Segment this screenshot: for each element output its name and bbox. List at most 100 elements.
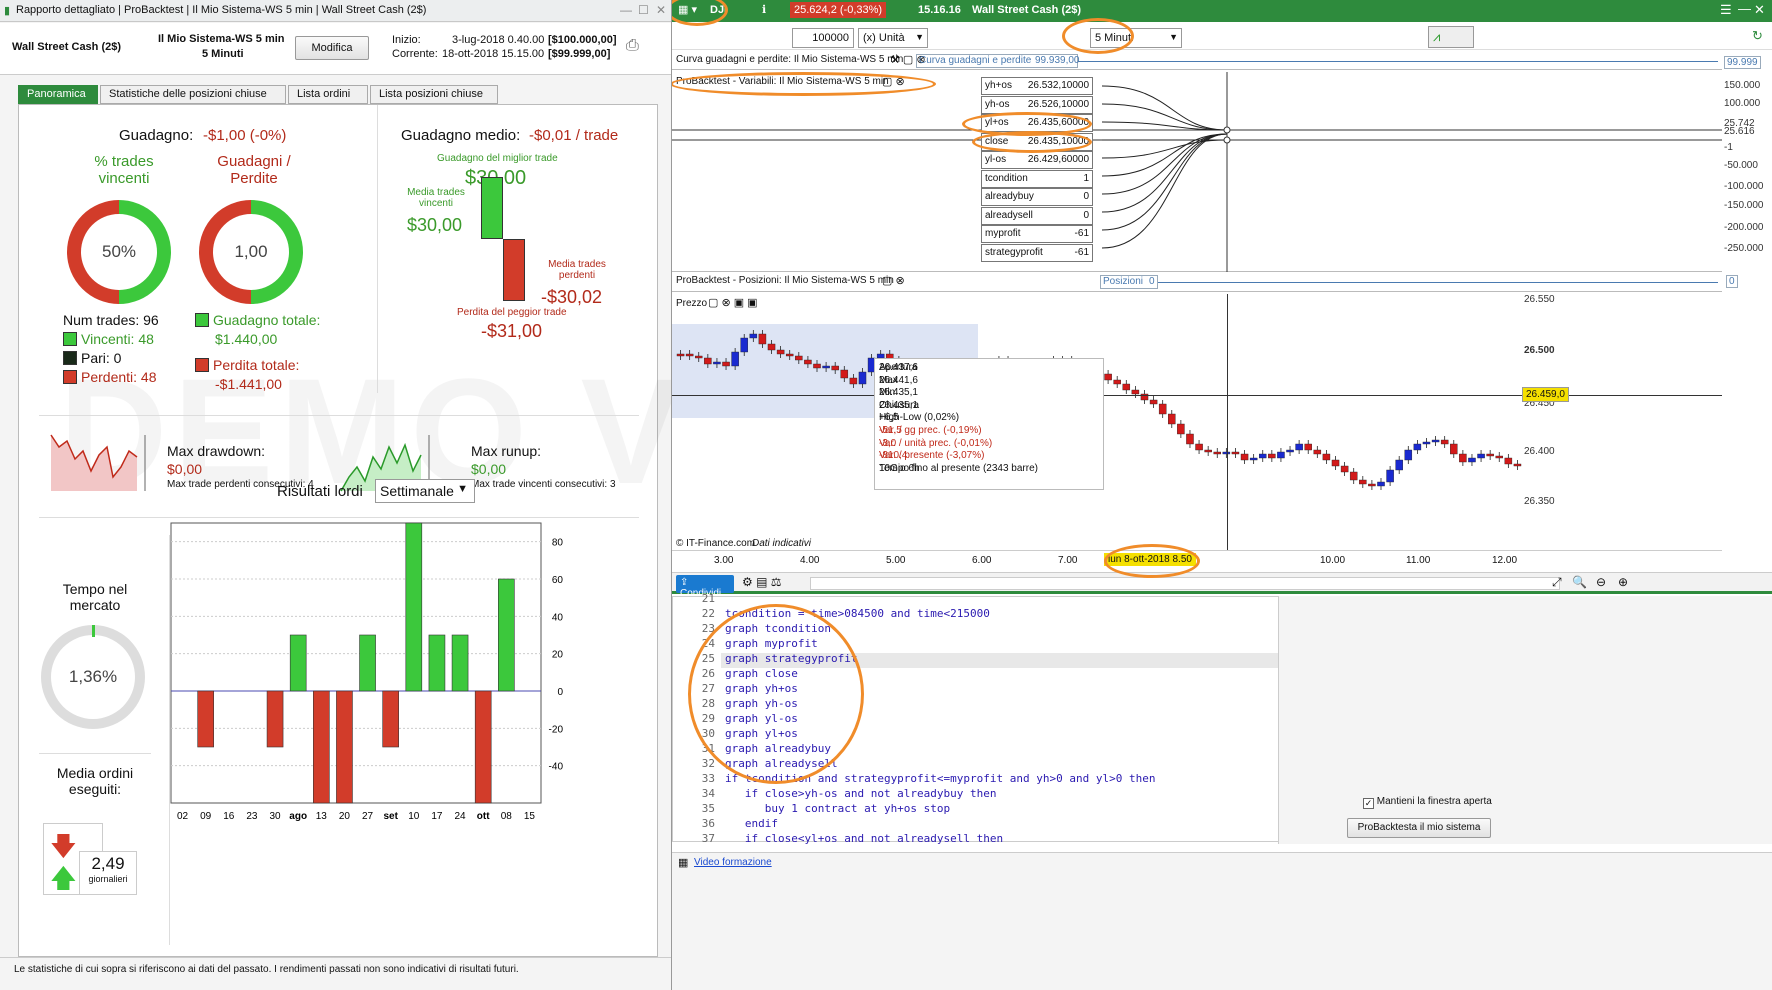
candlestick-chart — [676, 330, 1522, 490]
result-bar — [313, 690, 330, 804]
price-marker: 26.459,0 — [1522, 387, 1569, 402]
variable-name: yh-os — [985, 98, 1010, 110]
info-value: +6,5 — [879, 412, 899, 424]
candle — [713, 361, 721, 365]
tab-closed-positions[interactable]: Lista posizioni chiuse — [370, 85, 498, 104]
tab-overview[interactable]: Panoramica — [18, 85, 98, 104]
code-line: buy 1 contract at yh+os stop — [725, 802, 951, 815]
total-gain-label: Guadagno totale: — [213, 312, 321, 328]
code-line: if close<yl+os and not alreadysell then — [725, 832, 1004, 845]
divider — [39, 753, 151, 754]
zoom-in-icon[interactable]: ⊕ — [1618, 575, 1628, 589]
info-value: 26.441,6 — [879, 374, 918, 386]
candle — [758, 333, 767, 345]
total-loss-label: Perdita totale: — [213, 357, 300, 373]
worst-trade: -$31,00 — [481, 321, 543, 341]
candle — [1459, 453, 1467, 463]
candle — [694, 355, 703, 359]
x-tick-label: 24 — [455, 811, 467, 822]
candle — [1368, 483, 1376, 487]
best-trade-label: Guadagno del miglior trade — [437, 153, 558, 164]
chart-toolbar: 100000 (x) Unità ▼ 5 Minuti ▼ ⩘ ↻ — [672, 22, 1772, 50]
quantity-input[interactable]: 100000 — [792, 28, 854, 48]
candle — [1122, 383, 1131, 391]
weekly-results-chart: 80 60 40 20 0 -20 -40 02 09 16 23 30 ago 13 20 27 set 10 1… — [170, 522, 563, 822]
max-ru: $0,00 — [471, 461, 507, 477]
divider — [39, 415, 639, 416]
copyright: © IT-Finance.com — [676, 538, 756, 549]
candle — [1340, 465, 1349, 473]
data-note: Dati indicativi — [752, 538, 811, 549]
minimize-icon[interactable]: — — [1738, 1, 1751, 16]
unit-select[interactable]: (x) Unità ▼ — [858, 28, 928, 48]
modify-button[interactable]: Modifica — [295, 36, 369, 60]
tab-closed-stats[interactable]: Statistiche delle posizioni chiuse — [100, 85, 286, 104]
zoom-out-icon[interactable]: ⊖ — [1596, 575, 1606, 589]
candle — [1204, 449, 1212, 453]
info-icon[interactable]: ℹ — [762, 3, 766, 16]
x-tick-label: set — [383, 811, 398, 822]
time-axis-label: 7.00 — [1058, 555, 1078, 566]
report-footer: Le statistiche di cui sopra si riferisco… — [0, 957, 671, 990]
x-tick-label: 20 — [339, 811, 351, 822]
run-backtest-button[interactable]: ProBacktesta il mio sistema — [1347, 818, 1491, 838]
toolbar-icons[interactable]: ⚙ ▤ ⚖ — [742, 575, 782, 589]
annotation-cursor-time — [1104, 544, 1200, 578]
info-value: -51,5 — [879, 425, 902, 436]
keep-open-checkbox[interactable]: ✓ — [1363, 798, 1374, 809]
share-button[interactable]: ⇪ Condividi — [676, 575, 734, 599]
winners-row: Vincenti: 48 — [63, 331, 154, 347]
video-link[interactable]: Video formazione — [694, 857, 772, 868]
start-date: 3-lug-2018 0.40.00 — [452, 34, 545, 46]
result-bar — [405, 522, 423, 692]
time-axis-label: 5.00 — [886, 555, 906, 566]
candle — [1468, 457, 1476, 463]
time-in-market-tick — [92, 625, 95, 637]
candle — [1477, 453, 1485, 459]
panel-controls-icon[interactable]: ▢ ⊗ — [882, 274, 905, 287]
period-select[interactable]: Settimanale ▼ — [375, 479, 475, 503]
candle — [1331, 459, 1340, 467]
avg-loss-bar — [503, 239, 525, 301]
menu-icon[interactable]: ☰ — [1720, 2, 1732, 18]
zoom-fit-icon[interactable]: ⤢ — [1552, 575, 1562, 590]
close-icon[interactable]: ✕ — [656, 3, 666, 17]
x-tick-label: 02 — [177, 811, 189, 822]
report-titlebar: ▮ Rapporto dettagliato | ProBacktest | I… — [0, 0, 671, 22]
zoom-reset-icon[interactable]: 🔍 — [1572, 575, 1587, 589]
y-tick-label: 0 — [557, 687, 563, 698]
code-line-number: 35 — [701, 802, 715, 815]
share-icon: ⇪ — [680, 577, 689, 588]
print-icon[interactable]: ⎙ — [626, 37, 639, 55]
result-bar — [428, 634, 446, 692]
unit-value: (x) Unità — [863, 32, 905, 44]
even-swatch — [63, 351, 77, 365]
clock-time: 15.16.16 — [918, 4, 961, 16]
candle — [1240, 453, 1249, 461]
avg-gain-value: -$0,01 / trade — [529, 127, 619, 144]
candle — [749, 333, 758, 339]
start-label: Inizio: — [392, 34, 421, 46]
keep-open-row[interactable]: ✓ Mantieni la finestra aperta — [1363, 796, 1492, 809]
quantity-value: 100000 — [812, 32, 849, 44]
crosshair-v — [1227, 294, 1228, 550]
losers-count: Perdenti: 48 — [81, 369, 157, 385]
close-icon[interactable]: ✕ — [1754, 2, 1765, 18]
maximize-icon[interactable]: ☐ — [638, 3, 649, 17]
chart-window: ▦ ▾ DJI ℹ 25.624,2 (-0,33%) 15.16.16 Wal… — [672, 0, 1772, 990]
result-bar — [289, 634, 307, 692]
result-bar — [359, 634, 376, 692]
candle — [1349, 471, 1358, 481]
candle — [1377, 481, 1385, 487]
candle — [1395, 459, 1403, 471]
tab-orders[interactable]: Lista ordini — [288, 85, 368, 104]
refresh-icon[interactable]: ↻ — [1752, 28, 1763, 44]
annotation-variables — [672, 72, 936, 96]
indicators-button[interactable]: ⩘ — [1428, 26, 1474, 48]
minimize-icon[interactable]: — — [620, 3, 632, 17]
system-timeframe: 5 Minuti — [202, 48, 244, 60]
time-scrollbar[interactable] — [810, 577, 1560, 590]
time-axis-label: 10.00 — [1320, 555, 1346, 566]
variable-box: strategyprofit -61 — [981, 243, 1093, 262]
variables-axis-label: -100.000 — [1724, 181, 1764, 192]
